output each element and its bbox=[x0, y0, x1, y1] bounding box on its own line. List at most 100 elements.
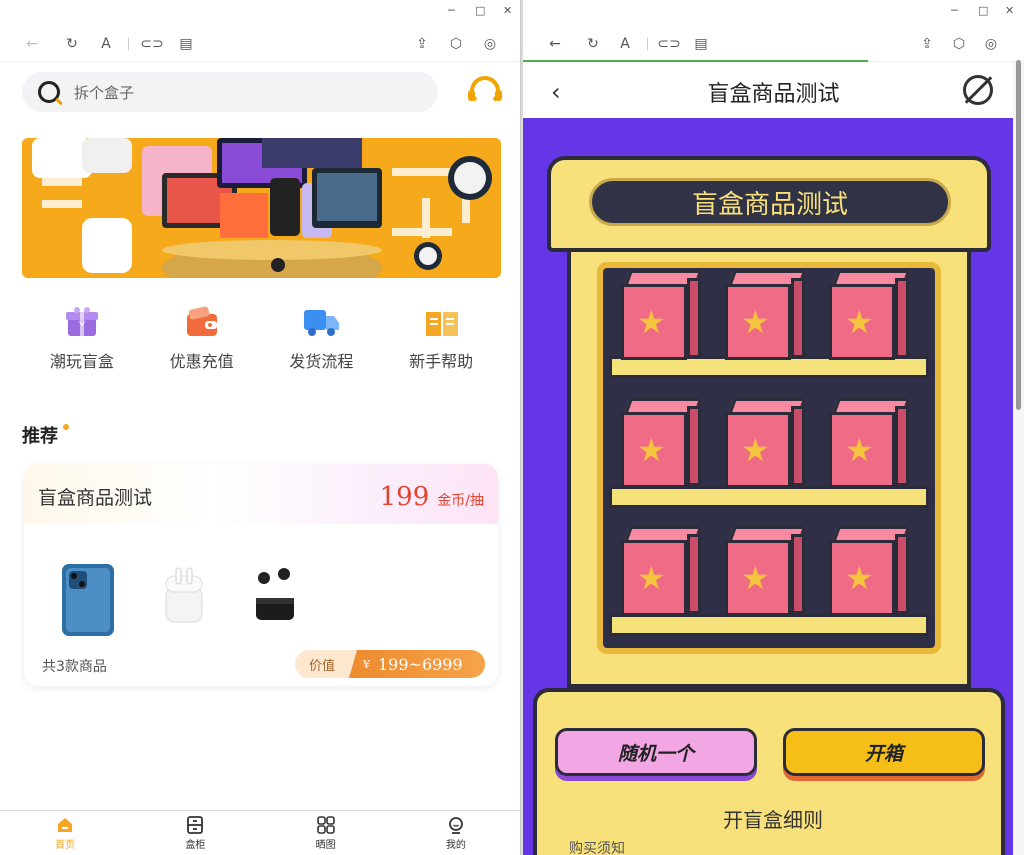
link-icon[interactable]: ⊂⊃ bbox=[657, 34, 680, 54]
bottom-tab-bar: 首页 盒柜 晒图 我的 bbox=[0, 810, 520, 855]
promo-banner[interactable] bbox=[22, 138, 501, 278]
search-placeholder: 拆个盒子 bbox=[74, 83, 135, 102]
mystery-box[interactable]: ★ bbox=[621, 526, 703, 616]
title-bar: ─ □ ✕ bbox=[523, 0, 1024, 26]
blindbox-stage: 盲盒商品测试 ★ ★ ★ ★ ★ ★ ★ ★ ★ 随机一个 开箱 开盲盒细则 购 bbox=[523, 118, 1013, 855]
mystery-box[interactable]: ★ bbox=[829, 398, 911, 488]
category-help[interactable]: 新手帮助 bbox=[381, 306, 501, 372]
star-icon: ★ bbox=[741, 431, 770, 469]
star-icon: ★ bbox=[637, 559, 666, 597]
category-label: 新手帮助 bbox=[409, 352, 474, 371]
toolbar-divider bbox=[128, 38, 129, 50]
banner-illustration bbox=[22, 138, 501, 278]
star-icon: ★ bbox=[637, 431, 666, 469]
title-bar: ─ □ ✕ bbox=[0, 0, 520, 26]
mystery-box[interactable]: ★ bbox=[829, 270, 911, 360]
value-label: 价值 bbox=[308, 658, 335, 674]
tab-home[interactable]: 首页 bbox=[0, 811, 130, 855]
link-icon[interactable]: ⊂⊃ bbox=[140, 34, 163, 54]
price-value: 199 bbox=[379, 482, 430, 512]
star-icon: ★ bbox=[741, 303, 770, 341]
recommend-heading: 推荐 bbox=[22, 426, 58, 447]
font-size-icon[interactable]: A bbox=[96, 34, 116, 54]
category-label: 优惠充值 bbox=[169, 352, 234, 371]
category-row: 潮玩盲盒 优惠充值 发货流程 新手帮助 bbox=[22, 306, 501, 372]
mystery-box[interactable]: ★ bbox=[725, 270, 807, 360]
home-icon bbox=[58, 817, 73, 832]
open-box-button[interactable]: 开箱 bbox=[783, 728, 985, 776]
window-icon[interactable]: ▤ bbox=[176, 34, 196, 54]
cabinet-icon bbox=[187, 815, 204, 834]
mystery-box[interactable]: ★ bbox=[829, 526, 911, 616]
category-blindbox[interactable]: 潮玩盲盒 bbox=[22, 306, 142, 372]
mystery-box[interactable]: ★ bbox=[621, 270, 703, 360]
category-shipping[interactable]: 发货流程 bbox=[262, 306, 382, 372]
tab-label: 我的 bbox=[445, 839, 466, 851]
product-count: 共3款商品 bbox=[42, 659, 107, 675]
customer-service-icon[interactable] bbox=[468, 76, 502, 106]
star-icon: ★ bbox=[845, 559, 874, 597]
random-pick-button[interactable]: 随机一个 bbox=[555, 728, 757, 776]
settings-icon[interactable]: ◎ bbox=[480, 34, 500, 54]
card-title: 盲盒商品测试 bbox=[38, 487, 153, 509]
rules-heading: 开盲盒细则 bbox=[723, 808, 823, 832]
delivery-truck-icon bbox=[304, 306, 340, 338]
mystery-box[interactable]: ★ bbox=[725, 398, 807, 488]
search-bar[interactable]: 拆个盒子 bbox=[22, 72, 438, 112]
cabinet-body: ★ ★ ★ ★ ★ ★ ★ ★ ★ bbox=[567, 248, 971, 688]
left-window: ─ □ ✕ ← ↻ A ⊂⊃ ▤ ⇪ ⬡ ◎ 拆个盒子 潮玩盲盒 优惠充值 发货… bbox=[0, 0, 521, 855]
search-icon bbox=[38, 81, 60, 103]
maximize-button[interactable]: □ bbox=[475, 4, 485, 17]
tab-label: 首页 bbox=[55, 839, 76, 851]
font-size-icon[interactable]: A bbox=[615, 34, 635, 54]
tab-profile[interactable]: 我的 bbox=[391, 811, 520, 855]
browser-toolbar: ← ↻ A ⊂⊃ ▤ ⇪ ⬡ ◎ bbox=[0, 26, 520, 62]
tab-label: 晒图 bbox=[315, 839, 336, 851]
minimize-button[interactable]: ─ bbox=[951, 4, 958, 17]
value-range-pill: 价值 ¥ 199~6999 bbox=[295, 650, 485, 678]
star-icon: ★ bbox=[637, 303, 666, 341]
value-range: ¥ 199~6999 bbox=[349, 650, 485, 678]
minimize-button[interactable]: ─ bbox=[448, 4, 455, 17]
category-label: 发货流程 bbox=[289, 352, 354, 371]
window-icon[interactable]: ▤ bbox=[691, 34, 711, 54]
price-unit: 金币/抽 bbox=[437, 493, 484, 509]
wallet-icon bbox=[185, 306, 219, 338]
mystery-box[interactable]: ★ bbox=[621, 398, 703, 488]
close-button[interactable]: ✕ bbox=[1005, 4, 1014, 17]
page-header: ‹ 盲盒商品测试 bbox=[523, 62, 1024, 118]
cabinet-top: 盲盒商品测试 bbox=[547, 156, 991, 252]
reload-icon[interactable]: ↻ bbox=[583, 34, 603, 54]
cabinet-base: 随机一个 开箱 开盲盒细则 购买须知 bbox=[533, 688, 1005, 855]
back-icon[interactable]: ← bbox=[22, 34, 42, 54]
recommend-dot bbox=[63, 424, 69, 430]
scrollbar[interactable] bbox=[1013, 60, 1024, 855]
toolbar-divider bbox=[647, 38, 648, 50]
star-icon: ★ bbox=[845, 431, 874, 469]
tab-label: 盒柜 bbox=[185, 839, 206, 851]
tab-cabinet[interactable]: 盒柜 bbox=[130, 811, 260, 855]
star-icon: ★ bbox=[741, 559, 770, 597]
product-airpods-image bbox=[162, 566, 206, 630]
reload-icon[interactable]: ↻ bbox=[62, 34, 82, 54]
close-button[interactable]: ✕ bbox=[503, 4, 512, 17]
category-recharge[interactable]: 优惠充值 bbox=[142, 306, 262, 372]
share-icon[interactable]: ⇪ bbox=[412, 34, 432, 54]
purchase-notice: 购买须知 bbox=[569, 841, 625, 855]
star-icon: ★ bbox=[845, 303, 874, 341]
maximize-button[interactable]: □ bbox=[978, 4, 988, 17]
browser-toolbar: ← ↻ A ⊂⊃ ▤ ⇪ ⬡ ◎ bbox=[523, 26, 1024, 62]
mystery-box[interactable]: ★ bbox=[725, 526, 807, 616]
cabinet-window: ★ ★ ★ ★ ★ ★ ★ ★ ★ bbox=[597, 262, 941, 654]
cube-icon[interactable]: ⬡ bbox=[949, 34, 969, 54]
tab-gallery[interactable]: 晒图 bbox=[261, 811, 391, 855]
share-icon[interactable]: ⇪ bbox=[917, 34, 937, 54]
grid-icon bbox=[316, 815, 335, 834]
product-iphone-image bbox=[60, 562, 116, 642]
settings-icon[interactable]: ◎ bbox=[981, 34, 1001, 54]
mute-icon[interactable] bbox=[963, 75, 993, 105]
scrollbar-thumb[interactable] bbox=[1016, 60, 1021, 410]
product-card[interactable]: 盲盒商品测试 199 金币/抽 共3款商品 价值 ¥ 199~6999 bbox=[24, 464, 498, 686]
cube-icon[interactable]: ⬡ bbox=[446, 34, 466, 54]
back-icon[interactable]: ← bbox=[545, 34, 565, 54]
